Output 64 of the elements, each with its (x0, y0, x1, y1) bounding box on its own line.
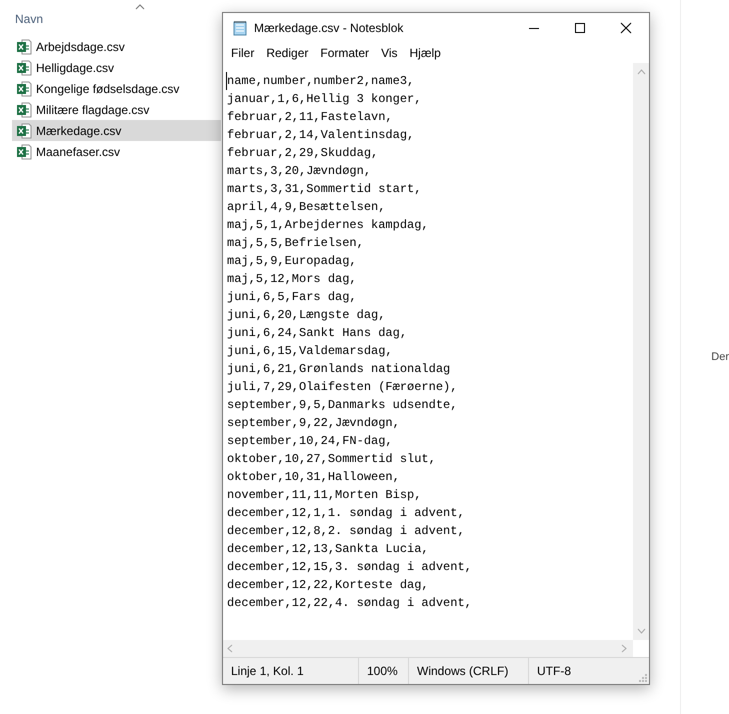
text-line: december,12,15,3. søndag i advent, (227, 559, 473, 576)
spreadsheet-icon (16, 122, 32, 138)
text-line: februar,2,11,Fastelavn, (227, 109, 394, 126)
text-line: juni,6,5,Fars dag, (227, 289, 358, 306)
menu-item[interactable]: Formater (314, 46, 376, 60)
text-line: december,12,8,2. søndag i advent, (227, 523, 466, 540)
column-header[interactable]: Navn (0, 8, 222, 36)
file-item[interactable]: Mærkedage.csv (12, 120, 222, 141)
file-item[interactable]: Helligdage.csv (12, 57, 222, 78)
scroll-left-icon[interactable] (227, 644, 233, 653)
text-line: september,9,5,Danmarks udsendte, (227, 397, 458, 414)
sort-caret-icon (135, 4, 145, 10)
spreadsheet-icon (16, 60, 32, 76)
text-line: december,12,13,Sankta Lucia, (227, 541, 430, 558)
text-line: maj,5,1,Arbejdernes kampdag, (227, 217, 430, 234)
text-line: oktober,10,27,Sommertid slut, (227, 451, 437, 468)
text-line: juni,6,20,Længste dag, (227, 307, 386, 324)
spreadsheet-icon (16, 102, 32, 118)
scroll-right-icon[interactable] (621, 644, 627, 653)
spreadsheet-icon (16, 38, 32, 54)
file-item[interactable]: Militære flagdage.csv (12, 99, 222, 120)
status-text: 100% (359, 658, 409, 684)
vertical-scrollbar[interactable] (633, 63, 649, 640)
text-line: juli,7,29,Olaifesten (Færøerne), (227, 379, 458, 396)
menu-item[interactable]: Filer (225, 46, 260, 60)
horizontal-scrollbar[interactable] (223, 640, 633, 657)
text-line: maj,5,9,Europadag, (227, 253, 358, 270)
status-text: Linje 1, Kol. 1 (223, 658, 359, 684)
preview-text: Der (711, 351, 729, 363)
window-title: Mærkedage.csv - Notesblok (254, 21, 404, 35)
text-line: juni,6,24,Sankt Hans dag, (227, 325, 408, 342)
text-line: februar,2,29,Skuddag, (227, 145, 380, 162)
status-text: Windows (CRLF) (409, 658, 529, 684)
resize-grip-icon[interactable] (637, 672, 647, 682)
text-line: juni,6,15,Valdemarsdag, (227, 343, 394, 360)
menu-item[interactable]: Vis (375, 46, 404, 60)
spreadsheet-icon (16, 80, 32, 96)
status-text: UTF-8 (536, 663, 572, 680)
text-line: december,12,1,1. søndag i advent, (227, 505, 466, 522)
text-line: januar,1,6,Hellig 3 konger, (227, 91, 422, 108)
text-line: september,10,24,FN-dag, (227, 433, 394, 450)
text-line: juni,6,21,Grønlands nationaldag (227, 361, 452, 378)
text-line: april,4,9,Besættelsen, (227, 199, 386, 216)
text-line: marts,3,20,Jævndøgn, (227, 163, 372, 180)
text-line: maj,5,5,Befrielsen, (227, 235, 365, 252)
spreadsheet-icon (16, 144, 32, 160)
text-line: maj,5,12,Mors dag, (227, 271, 358, 288)
text-line: september,9,22,Jævndøgn, (227, 415, 401, 432)
menu-item[interactable]: Hjælp (404, 46, 447, 60)
file-item[interactable]: Arbejdsdage.csv (12, 36, 222, 57)
text-line: november,11,11,Morten Bisp, (227, 487, 422, 504)
text-line: februar,2,14,Valentinsdag, (227, 127, 416, 144)
scroll-down-icon[interactable] (636, 628, 646, 634)
text-line: december,12,22,4. søndag i advent, (227, 595, 473, 612)
text-line: oktober,10,31,Halloween, (227, 469, 401, 486)
text-line: marts,3,31,Sommertid start, (227, 181, 422, 198)
scroll-up-icon[interactable] (636, 69, 646, 75)
file-item[interactable]: Kongelige fødselsdage.csv (12, 78, 222, 99)
file-item[interactable]: Maanefaser.csv (12, 141, 222, 162)
text-line: december,12,22,Korteste dag, (227, 577, 430, 594)
notepad-icon (232, 20, 248, 36)
close-icon[interactable] (620, 22, 632, 34)
menu-item[interactable]: Rediger (260, 46, 314, 60)
maximize-icon[interactable] (574, 22, 586, 34)
